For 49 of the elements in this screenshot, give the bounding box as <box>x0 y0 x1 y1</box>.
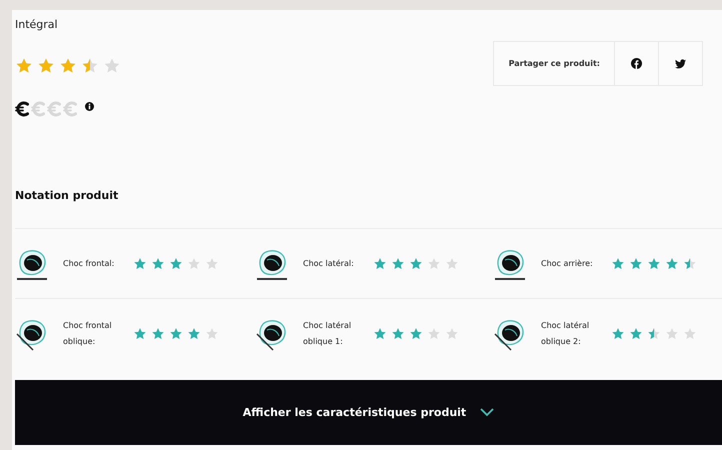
star-icon <box>665 326 679 340</box>
rating-label: Choc arrière: <box>541 258 594 270</box>
star-icon <box>683 256 697 270</box>
star-icon <box>629 326 643 340</box>
star-icon <box>445 326 459 340</box>
star-icon <box>169 326 183 340</box>
star-icon <box>59 57 77 75</box>
star-icon <box>15 57 33 75</box>
info-icon[interactable] <box>85 102 94 110</box>
star-icon <box>151 326 165 340</box>
star-icon <box>445 256 459 270</box>
star-icon <box>37 57 55 75</box>
star-icon <box>133 256 147 270</box>
star-icon <box>427 326 441 340</box>
rating-label: Choc latéral oblique 1: <box>303 320 352 348</box>
rating-label: Choc latéral: <box>303 258 355 270</box>
star-icon <box>409 326 423 340</box>
star-icon <box>187 256 201 270</box>
chevron-down-icon <box>480 408 494 417</box>
star-icon <box>391 326 405 340</box>
rating-label: Choc frontal oblique: <box>63 320 113 348</box>
star-icon <box>81 57 99 75</box>
star-icon <box>391 256 405 270</box>
star-icon <box>409 256 423 270</box>
star-icon <box>205 326 219 340</box>
rating-label: Choc frontal: <box>63 258 116 270</box>
rating-label: Choc latéral oblique 2: <box>541 320 590 348</box>
star-icon <box>647 326 661 340</box>
star-icon <box>683 326 697 340</box>
share-label: Partager ce produit: <box>508 58 601 70</box>
facebook-icon <box>631 58 642 69</box>
star-icon <box>103 57 121 75</box>
product-name: Intégral <box>15 18 59 31</box>
star-icon <box>373 256 387 270</box>
star-icon <box>611 256 625 270</box>
star-icon <box>205 256 219 270</box>
star-icon <box>647 256 661 270</box>
star-icon <box>373 326 387 340</box>
section-title: Notation produit <box>15 189 120 202</box>
star-icon <box>629 256 643 270</box>
star-icon <box>151 256 165 270</box>
star-icon <box>665 256 679 270</box>
bird-icon <box>675 58 686 68</box>
show-details-button[interactable]: Afficher les caractéristiques produit <box>15 380 722 445</box>
star-icon <box>427 256 441 270</box>
star-icon <box>169 256 183 270</box>
star-icon <box>187 326 201 340</box>
star-icon <box>133 326 147 340</box>
star-icon <box>611 326 625 340</box>
